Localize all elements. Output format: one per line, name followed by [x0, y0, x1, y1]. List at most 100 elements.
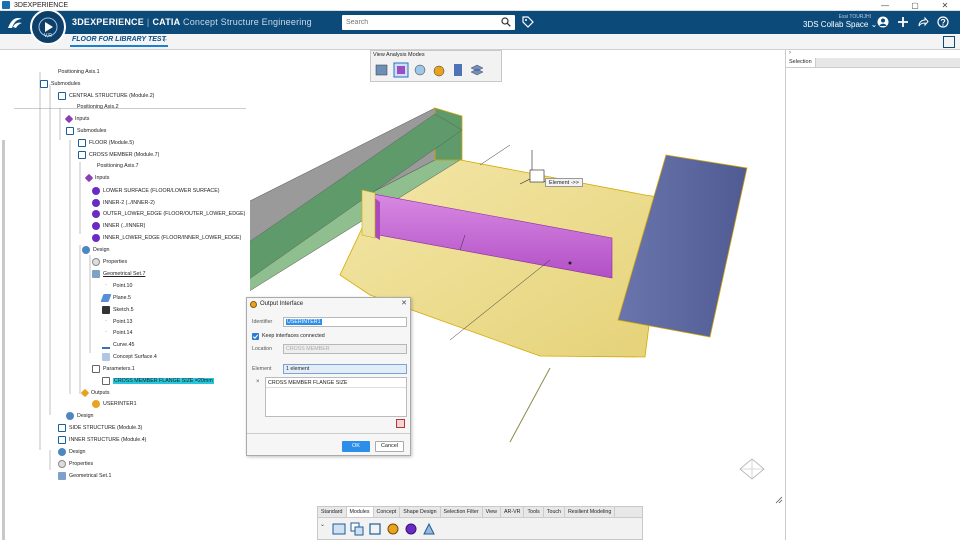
tree-node[interactable]: Outputs: [80, 388, 110, 398]
analysis-view-icon[interactable]: [412, 62, 428, 78]
module-icon[interactable]: [332, 522, 346, 536]
tree-node-label: Concept Surface.4: [113, 354, 157, 360]
tree-node[interactable]: Submodules: [66, 126, 106, 136]
tree-node[interactable]: INNER STRUCTURE (Module.4): [58, 435, 146, 445]
add-tab-button[interactable]: +: [162, 35, 167, 45]
structure-view-icon[interactable]: [450, 62, 466, 78]
tree-node[interactable]: Inputs: [64, 114, 89, 124]
tree-node[interactable]: Properties: [92, 257, 127, 267]
tree-node[interactable]: Parameters.1: [92, 364, 135, 374]
action-tab[interactable]: Shape Design: [400, 507, 441, 517]
tab-floor-for-library-test[interactable]: FLOOR FOR LIBRARY TEST: [70, 36, 168, 47]
module-frame-icon[interactable]: [368, 522, 382, 536]
close-button[interactable]: ✕: [930, 0, 960, 11]
tree-node[interactable]: FLOOR (Module.5): [78, 138, 134, 148]
list-item[interactable]: CROSS MEMBER FLANGE SIZE: [266, 378, 406, 388]
app-title: 3DEXPERIENCE | CATIA Concept Structure Eng…: [72, 17, 312, 27]
tree-node[interactable]: SIDE STRUCTURE (Module.3): [58, 423, 142, 433]
share-icon[interactable]: [916, 15, 929, 28]
tree-node[interactable]: Plane.5: [100, 293, 131, 303]
interface-view-icon[interactable]: [431, 62, 447, 78]
tree-node[interactable]: Positioning Axis.7: [86, 161, 139, 171]
maximize-button[interactable]: ▢: [900, 0, 930, 11]
action-tab[interactable]: Tools: [524, 507, 544, 517]
tree-node[interactable]: Design: [58, 447, 86, 457]
tree-node[interactable]: Concept Surface.4: [102, 352, 157, 362]
cancel-button[interactable]: Cancel: [375, 441, 404, 452]
tree-node[interactable]: LOWER SURFACE (FLOOR/LOWER SURFACE): [92, 186, 220, 196]
tree-node[interactable]: INNER_LOWER_EDGE (FLOOR/INNER_LOWER_EDGE…: [92, 233, 241, 243]
element-field[interactable]: 1 element: [283, 364, 407, 374]
dialog-close-icon[interactable]: ✕: [401, 299, 407, 307]
action-tab[interactable]: Standard: [318, 507, 347, 517]
orientation-compass-icon[interactable]: [735, 455, 769, 485]
submodule-icon[interactable]: [350, 522, 364, 536]
tree-node[interactable]: Design: [66, 411, 94, 421]
resize-handle-icon[interactable]: [775, 496, 783, 504]
tree-node[interactable]: Sketch.5: [102, 305, 134, 315]
point-marker[interactable]: [568, 261, 572, 265]
tab-selection[interactable]: Selection: [786, 58, 816, 67]
output-interface-icon[interactable]: [386, 522, 400, 536]
panel-collapse-icon[interactable]: ›: [786, 50, 960, 58]
clear-list-icon[interactable]: [396, 419, 405, 428]
publish-icon[interactable]: [422, 522, 436, 536]
tree-node[interactable]: · Point.13: [102, 317, 132, 327]
action-tab[interactable]: Modules: [346, 507, 374, 517]
search-icon[interactable]: [501, 17, 511, 27]
tree-node-label: Submodules: [77, 128, 107, 134]
tag-icon[interactable]: [522, 15, 534, 29]
tree-node[interactable]: · Point.10: [102, 281, 132, 291]
tree-node[interactable]: Submodules: [40, 79, 80, 89]
header-icons: [876, 15, 949, 28]
ok-button[interactable]: OK: [342, 441, 370, 452]
tree-node[interactable]: INNER (../INNER): [92, 221, 145, 231]
help-icon[interactable]: [936, 15, 949, 28]
user-block[interactable]: Essi TOURJHI 3DS Collab Space ⌄: [803, 14, 877, 29]
tree-node[interactable]: Inputs: [84, 173, 109, 183]
action-tab[interactable]: Touch: [544, 507, 565, 517]
tree-node[interactable]: Properties: [58, 459, 93, 469]
tree-node[interactable]: Curve.45: [102, 340, 135, 350]
support-strut[interactable]: [509, 367, 551, 443]
tree-node-label: Properties: [103, 259, 128, 265]
identifier-field[interactable]: USERINTER1: [283, 317, 407, 327]
input-interface-icon[interactable]: [404, 522, 418, 536]
tree-node[interactable]: Geometrical Set.1: [58, 471, 111, 481]
face-icon: [92, 187, 100, 195]
tree-node[interactable]: Geometrical Set.7: [92, 269, 145, 279]
remove-item-icon[interactable]: ×: [256, 379, 260, 385]
compass-button[interactable]: V,R: [30, 9, 66, 45]
user-profile-icon[interactable]: [876, 15, 889, 28]
keep-connected-checkbox[interactable]: [252, 333, 259, 340]
action-tab[interactable]: Concept: [374, 507, 401, 517]
layer-view-icon[interactable]: [469, 62, 485, 78]
dialog-separator: [247, 433, 410, 434]
action-tab[interactable]: Resilient Modeling: [565, 507, 616, 517]
title-separator: |: [146, 17, 150, 27]
expand-icon[interactable]: [943, 36, 955, 48]
action-tab[interactable]: AR-VR: [501, 507, 525, 517]
curve-icon: [102, 341, 110, 349]
add-icon[interactable]: [896, 15, 909, 28]
action-tab[interactable]: View: [483, 507, 501, 517]
tree-node[interactable]: CENTRAL STRUCTURE (Module.2): [58, 91, 154, 101]
tree-node[interactable]: Design: [82, 245, 110, 255]
edges-view-icon[interactable]: [393, 62, 409, 78]
shaded-view-icon[interactable]: [374, 62, 390, 78]
action-tab[interactable]: Selection Filter: [441, 507, 483, 517]
tree-node[interactable]: CROSS MEMBER FLANGE SIZE =20mm: [102, 376, 214, 386]
action-bar-collapse-icon[interactable]: ⌄: [320, 521, 325, 528]
tree-node-label: Positioning Axis.2: [77, 104, 119, 110]
tree-node[interactable]: CROSS MEMBER (Module.7): [78, 150, 159, 160]
tree-node[interactable]: INNER-2 (../INNER-2): [92, 198, 155, 208]
tree-node[interactable]: · Point.14: [102, 328, 132, 338]
search-input[interactable]: [342, 16, 492, 29]
face-icon: [92, 234, 100, 242]
ds-logo-icon[interactable]: [6, 15, 24, 30]
tree-node[interactable]: OUTER_LOWER_EDGE (FLOOR/OUTER_LOWER_EDGE…: [92, 209, 245, 219]
tree-node[interactable]: Positioning Axis.1: [47, 67, 100, 77]
tree-node[interactable]: Positioning Axis.2: [66, 102, 119, 112]
tree-node[interactable]: USERINTER1: [92, 399, 137, 409]
minimize-button[interactable]: —: [870, 0, 900, 11]
